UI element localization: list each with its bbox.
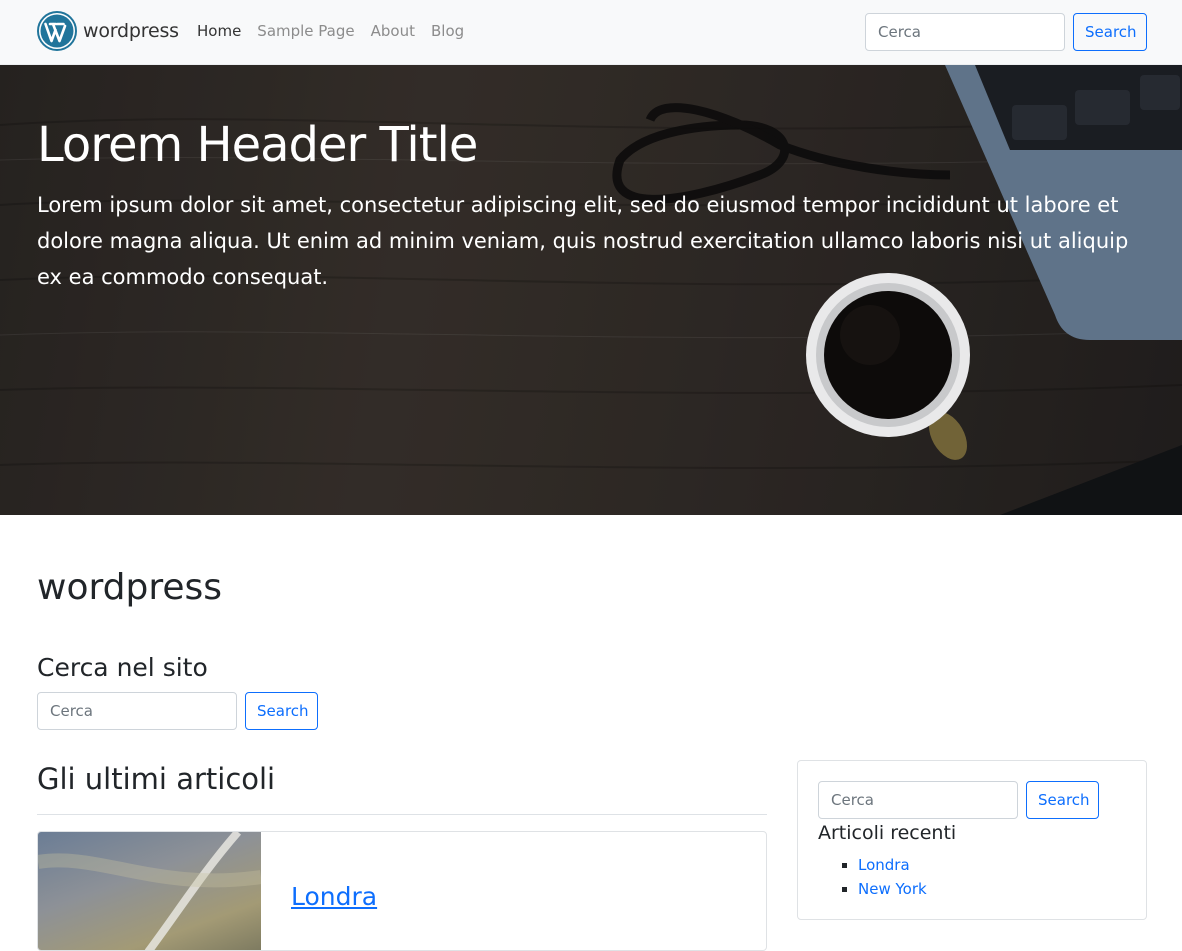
hero-banner: Lorem Header Title Lorem ipsum dolor sit…	[0, 65, 1182, 515]
nav-link-home[interactable]: Home	[197, 22, 241, 40]
hero-title: Lorem Header Title	[37, 117, 478, 173]
contrail-image	[38, 832, 263, 950]
site-search-heading: Cerca nel sito	[37, 653, 208, 682]
site-title: wordpress	[37, 567, 223, 608]
recent-post-link-new-york[interactable]: New York	[858, 880, 927, 898]
brand-link[interactable]: wordpress	[37, 11, 179, 51]
navbar-search-input[interactable]	[865, 13, 1065, 51]
site-search-button[interactable]: Search	[245, 692, 318, 730]
brand-name: wordpress	[83, 20, 179, 42]
latest-posts-heading: Gli ultimi articoli	[37, 762, 276, 796]
nav-link-about[interactable]: About	[371, 22, 415, 40]
sidebar-search-button[interactable]: Search	[1026, 781, 1099, 819]
list-item: New York	[858, 877, 927, 901]
sidebar-search-input[interactable]	[818, 781, 1018, 819]
top-navbar: wordpress Home Sample Page About Blog Se…	[0, 0, 1182, 65]
post-thumbnail-image[interactable]	[38, 832, 263, 950]
nav-link-sample-page[interactable]: Sample Page	[257, 22, 354, 40]
post-title-link[interactable]: Londra	[291, 882, 377, 911]
section-divider	[37, 814, 767, 815]
list-item: Londra	[858, 853, 927, 877]
site-search-input[interactable]	[37, 692, 237, 730]
primary-nav: Home Sample Page About Blog	[197, 22, 464, 40]
recent-posts-list: Londra New York	[818, 853, 927, 901]
post-card[interactable]: Londra	[37, 831, 767, 951]
nav-link-blog[interactable]: Blog	[431, 22, 464, 40]
wordpress-logo-icon	[37, 11, 77, 51]
hero-description: Lorem ipsum dolor sit amet, consectetur …	[37, 193, 1129, 289]
sidebar-widget: Search Articoli recenti Londra New York	[797, 760, 1147, 920]
recent-posts-heading: Articoli recenti	[818, 822, 957, 844]
navbar-search-button[interactable]: Search	[1073, 13, 1147, 51]
recent-post-link-londra[interactable]: Londra	[858, 856, 910, 874]
